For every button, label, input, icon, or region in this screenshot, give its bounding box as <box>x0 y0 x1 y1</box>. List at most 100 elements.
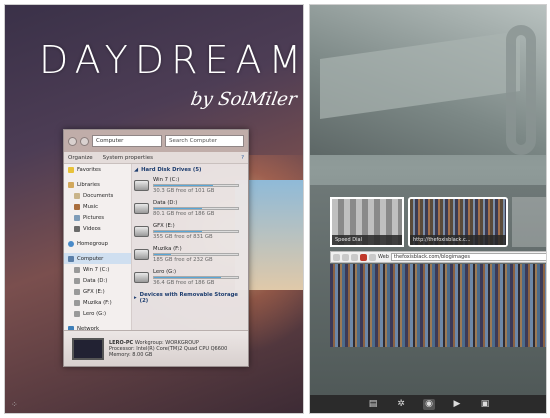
stop-icon[interactable] <box>360 253 367 261</box>
nav-drive-d[interactable]: Data (D:) <box>64 275 131 286</box>
nav-libraries[interactable]: Libraries <box>64 179 131 190</box>
nav-label: Data (D:) <box>83 277 108 284</box>
play-icon[interactable]: ▶ <box>451 399 463 410</box>
drive-row[interactable]: Lero (G:) 36.4 GB free of 186 GB <box>134 269 246 287</box>
nav-pictures[interactable]: Pictures <box>64 212 131 223</box>
drive-usage-bar <box>153 253 239 256</box>
drive-usage-bar <box>153 207 239 210</box>
drive-free-space: 30.3 GB free of 101 GB <box>153 188 215 194</box>
nav-label: Favorites <box>77 166 101 173</box>
curved-rail <box>506 25 536 155</box>
organize-button[interactable]: Organize <box>68 155 93 161</box>
system-properties-button[interactable]: System properties <box>103 155 153 161</box>
group-label: Hard Disk Drives (5) <box>141 167 202 173</box>
nav-favorites[interactable]: Favorites <box>64 164 131 175</box>
processor: Processor: Intel(R) Core(TM)2 Quad CPU <box>109 345 210 352</box>
web-label: Web <box>378 254 389 260</box>
drive-usage-fill <box>154 277 222 278</box>
music-icon <box>74 203 80 210</box>
drive-free-space: 36.4 GB free of 186 GB <box>153 280 215 286</box>
nav-documents[interactable]: Documents <box>64 190 131 201</box>
drive-free-space: 80.1 GB free of 186 GB <box>153 211 215 217</box>
hard-drive-icon <box>134 249 149 260</box>
gear-icon[interactable]: ✲ <box>395 399 407 410</box>
navigation-pane: Favorites Libraries Documents Music Pict… <box>64 164 132 332</box>
drive-usage-bar <box>153 184 239 187</box>
documents-icon <box>74 192 80 199</box>
explorer-toolbar: Organize System properties ? <box>64 152 248 164</box>
nav-label: Computer <box>77 255 104 262</box>
drive-free-space: 185 GB free of 232 GB <box>153 257 213 263</box>
nav-label: Lero (G:) <box>83 310 107 317</box>
drive-free-space: 355 GB free of 831 GB <box>153 234 213 240</box>
nav-drive-e[interactable]: GFX (E:) <box>64 286 131 297</box>
forward-icon[interactable] <box>351 253 358 261</box>
nav-label: Libraries <box>77 181 100 188</box>
drive-info: Data (D:) 80.1 GB free of 186 GB <box>153 200 246 218</box>
tab-speed-dial[interactable]: Speed Dial <box>330 197 404 247</box>
drive-row[interactable]: Data (D:) 80.1 GB free of 186 GB <box>134 200 246 218</box>
drive-name: Muzika (F:) <box>153 246 182 252</box>
nav-music[interactable]: Music <box>64 201 131 212</box>
help-icon[interactable]: ? <box>241 155 244 161</box>
address-toolbar: Web thefoxisblack.com/blogimages <box>330 251 546 263</box>
drive-name: Win 7 (C:) <box>153 177 180 183</box>
memory: Memory: 8.00 GB <box>109 351 153 358</box>
forward-button[interactable] <box>80 136 89 146</box>
drive-icon <box>74 277 80 284</box>
nav-videos[interactable]: Videos <box>64 223 131 234</box>
back-icon[interactable] <box>342 253 349 261</box>
search-input[interactable]: Search Computer <box>165 135 244 147</box>
nav-label: Music <box>83 203 99 210</box>
removable-group-header[interactable]: ▸ Devices with Removable Storage (2) <box>134 292 246 304</box>
url-field[interactable]: thefoxisblack.com/blogimages <box>390 253 546 261</box>
nav-drive-g[interactable]: Lero (G:) <box>64 308 131 319</box>
nav-label: Documents <box>83 192 114 199</box>
nav-homegroup[interactable]: Homegroup <box>64 238 131 249</box>
nav-label: Homegroup <box>77 240 109 247</box>
nav-drive-f[interactable]: Muzika (F:) <box>64 297 131 308</box>
drive-row[interactable]: GFX (E:) 355 GB free of 831 GB <box>134 223 246 241</box>
tab-label: http://thefoxisblack.c... <box>410 235 506 245</box>
drives-content: ◢ Hard Disk Drives (5) Win 7 (C:) 30.3 GB … <box>134 167 246 332</box>
drive-usage-fill <box>154 231 202 232</box>
home-icon[interactable] <box>369 253 376 261</box>
wallpaper-byline: by SolMiler <box>189 89 299 110</box>
explorer-titlebar: Computer Search Computer <box>64 130 248 152</box>
details-pane: LERO-PC Workgroup: WORKGROUP Processor: … <box>64 330 248 366</box>
back-button[interactable] <box>68 136 77 146</box>
hard-drive-icon <box>134 272 149 283</box>
photoshop-icon[interactable]: ▣ <box>479 399 491 410</box>
explorer-window[interactable]: Computer Search Computer Organize System… <box>63 129 249 367</box>
nav-drive-c[interactable]: Win 7 (C:) <box>64 264 131 275</box>
panel-icon[interactable] <box>333 253 340 261</box>
hard-drive-icon <box>134 226 149 237</box>
address-bar[interactable]: Computer <box>92 135 162 147</box>
drive-row[interactable]: Muzika (F:) 185 GB free of 232 GB <box>134 246 246 264</box>
drive-info: GFX (E:) 355 GB free of 831 GB <box>153 223 246 241</box>
drive-usage-fill <box>154 208 202 209</box>
drive-icon <box>74 299 80 306</box>
browser-window[interactable]: Speed Dial http://thefoxisblack.c... Web… <box>330 197 546 347</box>
hard-disk-group-header[interactable]: ◢ Hard Disk Drives (5) <box>134 167 246 173</box>
drive-row[interactable]: Win 7 (C:) 30.3 GB free of 101 GB <box>134 177 246 195</box>
drive-info: Muzika (F:) 185 GB free of 232 GB <box>153 246 246 264</box>
drive-name: GFX (E:) <box>153 223 175 229</box>
tab-label: Speed Dial <box>332 235 402 245</box>
tab-thefoxisblack[interactable]: http://thefoxisblack.c... <box>408 197 508 247</box>
folder-icon[interactable]: ▤ <box>367 399 379 410</box>
taskbar: ▤ ✲ ◉ ▶ ▣ <box>310 395 546 413</box>
monitor-icon <box>72 337 104 360</box>
nav-label: GFX (E:) <box>83 288 105 295</box>
new-tab-button[interactable] <box>512 197 546 247</box>
webpage-content <box>330 264 546 347</box>
hard-drive-icon <box>134 180 149 191</box>
cpu-model: Q6600 <box>210 345 228 352</box>
browser-icon[interactable]: ◉ <box>423 398 435 410</box>
drive-name: Data (D:) <box>153 200 178 206</box>
browser-wallpaper-panel: Speed Dial http://thefoxisblack.c... Web… <box>309 4 547 414</box>
drive-info: Lero (G:) 36.4 GB free of 186 GB <box>153 269 246 287</box>
nav-label: Win 7 (C:) <box>83 266 110 273</box>
nav-computer[interactable]: Computer <box>64 253 131 264</box>
nav-label: Videos <box>83 225 101 232</box>
